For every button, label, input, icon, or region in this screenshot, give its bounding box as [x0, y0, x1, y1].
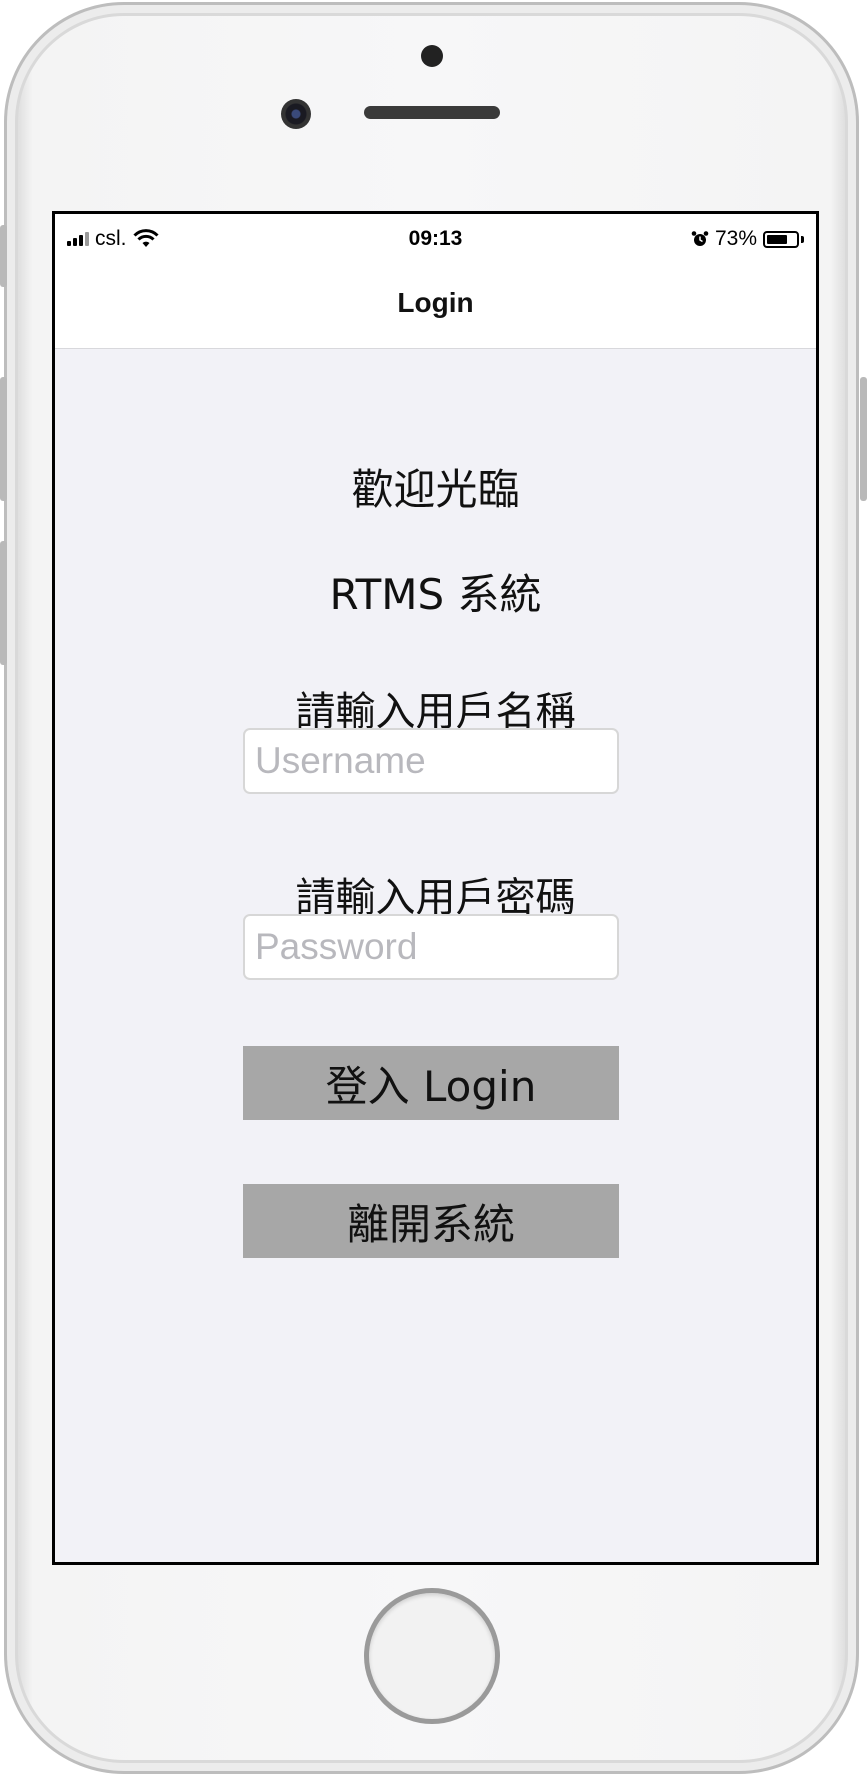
page-title: Login [397, 287, 474, 318]
proximity-sensor [421, 45, 443, 67]
battery-tip [801, 235, 804, 243]
username-input[interactable] [243, 728, 619, 794]
login-button[interactable]: 登入 Login [243, 1046, 619, 1120]
home-button[interactable] [364, 1588, 500, 1724]
status-bar: csl. 09:13 73% [55, 214, 816, 264]
battery-icon [763, 230, 799, 248]
battery-percent: 73% [714, 227, 757, 250]
front-camera-icon [281, 99, 311, 129]
password-input[interactable] [243, 914, 619, 980]
volume-down-button [0, 541, 7, 665]
navigation-bar: Login [55, 264, 816, 349]
alarm-icon [691, 231, 709, 246]
exit-system-button[interactable]: 離開系統 [243, 1184, 619, 1258]
battery-level [767, 234, 787, 244]
system-name-heading: RTMS 系統 [329, 570, 542, 619]
volume-up-button [0, 377, 7, 501]
status-right: 73% [691, 227, 804, 251]
welcome-heading: 歡迎光臨 [351, 465, 520, 514]
power-button [860, 377, 867, 501]
silent-switch [0, 225, 7, 287]
earpiece-speaker [364, 106, 500, 119]
phone-screen: csl. 09:13 73% Login 歡迎光臨 RTMS 系統 請輸入用戶名… [52, 211, 819, 1565]
